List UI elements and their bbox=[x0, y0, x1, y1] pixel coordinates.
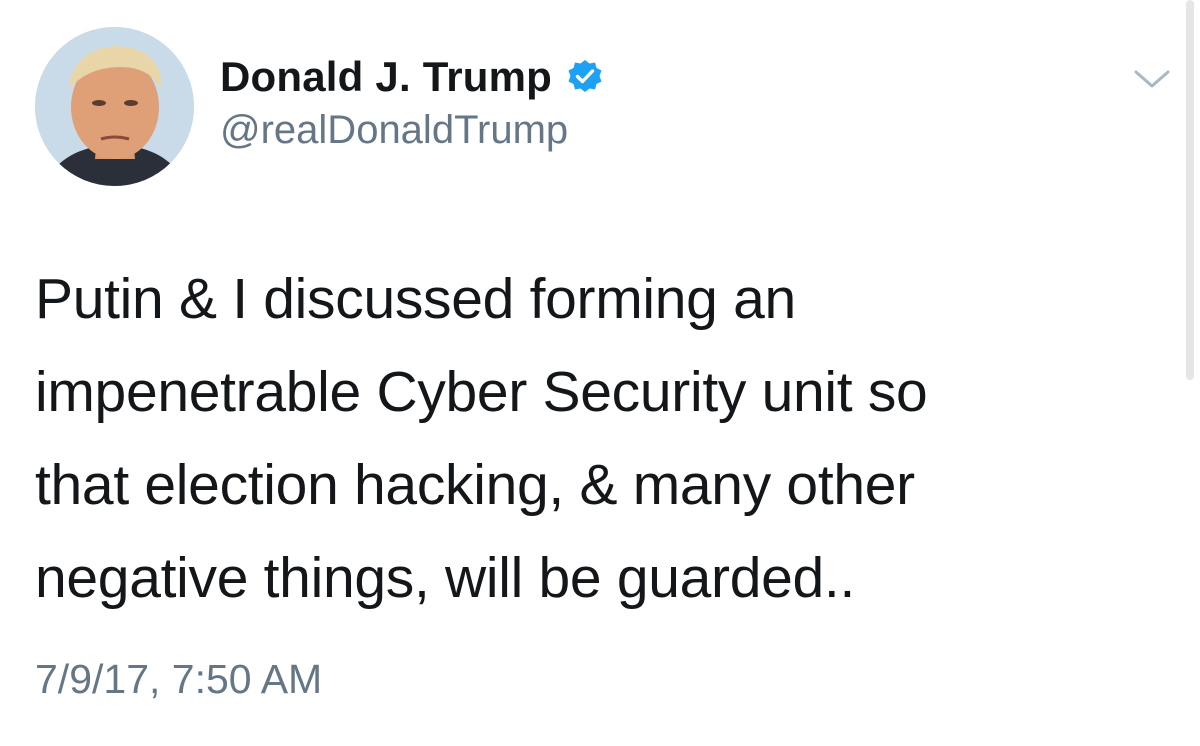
author-name-row[interactable]: Donald J. Trump bbox=[220, 50, 604, 104]
tweet-timestamp[interactable]: 7/9/17, 7:50 AM bbox=[35, 656, 322, 703]
profile-photo bbox=[35, 27, 194, 186]
author-display-name[interactable]: Donald J. Trump bbox=[220, 53, 552, 101]
verified-badge-icon bbox=[566, 58, 604, 96]
tweet-card: Donald J. Trump @realDonaldTrump Putin &… bbox=[0, 0, 1200, 746]
tweet-text: Putin & I discussed forming an impenetra… bbox=[35, 267, 928, 610]
chevron-down-icon[interactable] bbox=[1130, 62, 1174, 98]
author-handle[interactable]: @realDonaldTrump bbox=[220, 108, 568, 153]
scrollbar[interactable] bbox=[1186, 0, 1194, 380]
avatar[interactable] bbox=[35, 27, 194, 186]
